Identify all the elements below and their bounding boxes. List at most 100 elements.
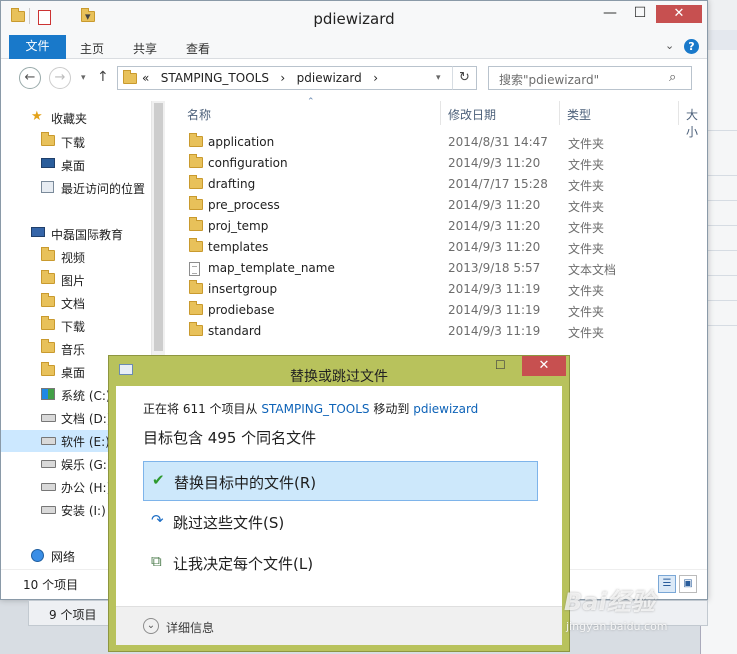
nav-downloads[interactable]: 下载: [1, 131, 166, 153]
item-count: 10 个项目: [23, 578, 79, 592]
tab-view[interactable]: 查看: [186, 40, 210, 57]
address-bar[interactable]: « STAMPING_TOOLS › pdiewizard › ▾: [117, 66, 477, 90]
source-folder-link[interactable]: STAMPING_TOOLS: [261, 402, 369, 416]
nav-computer[interactable]: 中磊国际教育: [1, 223, 166, 245]
video-folder-icon: [41, 247, 55, 261]
file-row[interactable]: drafting 2014/7/17 15:28 文件夹: [186, 174, 706, 195]
folder-icon: [189, 154, 203, 168]
minimize-button[interactable]: —: [597, 5, 623, 23]
file-row[interactable]: application 2014/8/31 14:47 文件夹: [186, 132, 706, 153]
folder-icon: [123, 70, 137, 84]
up-button[interactable]: ↑: [97, 69, 109, 85]
navigation-bar: ← → ▾ ↑ « STAMPING_TOOLS › pdiewizard › …: [1, 59, 707, 99]
dialog-body: 正在将 611 个项目从 STAMPING_TOOLS 移动到 pdiewiza…: [116, 386, 562, 645]
expand-details-button[interactable]: ⌄: [143, 618, 159, 634]
nav-videos[interactable]: 视频: [1, 246, 166, 268]
folder-icon: [189, 217, 203, 231]
file-row[interactable]: pre_process 2014/9/3 11:20 文件夹: [186, 195, 706, 216]
forward-button[interactable]: →: [49, 67, 71, 89]
picture-folder-icon: [41, 270, 55, 284]
folder-icon: [189, 238, 203, 252]
nav-recent-places[interactable]: 最近访问的位置: [1, 177, 166, 199]
file-row[interactable]: insertgroup 2014/9/3 11:19 文件夹: [186, 279, 706, 300]
computer-icon: [31, 227, 45, 237]
maximize-button[interactable]: ☐: [627, 5, 653, 23]
expand-ribbon-icon[interactable]: ⌄: [665, 39, 674, 52]
nav-documents[interactable]: 文档: [1, 292, 166, 314]
breadcrumb-pdiewizard[interactable]: pdiewizard: [297, 71, 362, 85]
back-button[interactable]: ←: [19, 67, 41, 89]
column-header-type[interactable]: 类型: [567, 106, 591, 123]
skip-arrow-icon: ↷: [151, 511, 164, 529]
conflict-heading: 目标包含 495 个同名文件: [143, 429, 317, 447]
folder-icon: [189, 133, 203, 147]
breadcrumb-stamping-tools[interactable]: STAMPING_TOOLS: [161, 71, 269, 85]
music-folder-icon: [41, 339, 55, 353]
address-dropdown-icon[interactable]: ▾: [436, 73, 441, 83]
details-label[interactable]: 详细信息: [166, 619, 214, 636]
replace-skip-dialog: 替换或跳过文件 ☐ ✕ 正在将 611 个项目从 STAMPING_TOOLS …: [108, 355, 570, 652]
drive-icon: [41, 437, 56, 445]
network-icon: [31, 549, 44, 562]
destination-folder-link[interactable]: pdiewizard: [413, 402, 478, 416]
recent-places-icon: [41, 181, 54, 193]
folder-icon: [189, 175, 203, 189]
search-icon[interactable]: ⌕: [669, 70, 676, 85]
file-row[interactable]: map_template_name 2013/9/18 5:57 文本文档: [186, 258, 706, 279]
nav-favorites[interactable]: ★ 收藏夹: [1, 107, 166, 129]
file-row[interactable]: templates 2014/9/3 11:20 文件夹: [186, 237, 706, 258]
star-icon: ★: [31, 109, 43, 124]
move-description: 正在将 611 个项目从 STAMPING_TOOLS 移动到 pdiewiza…: [143, 402, 479, 416]
baidu-watermark-logo: Bai经验: [564, 588, 655, 616]
file-row[interactable]: prodiebase 2014/9/3 11:19 文件夹: [186, 300, 706, 321]
compare-files-icon: ⧉: [151, 552, 162, 570]
drive-icon: [41, 506, 56, 514]
search-box[interactable]: 搜索"pdiewizard" ⌕: [488, 66, 692, 90]
download-folder-icon: [41, 132, 55, 146]
large-icons-view-button[interactable]: ▣: [679, 575, 697, 593]
scrollbar-thumb[interactable]: [154, 103, 163, 351]
drive-icon: [41, 460, 56, 468]
breadcrumb-separator[interactable]: ›: [280, 71, 285, 85]
folder-icon: [189, 301, 203, 315]
sort-ascending-icon: ⌃: [307, 97, 315, 107]
replace-files-option[interactable]: ✔ 替换目标中的文件(R): [143, 461, 538, 501]
desktop-icon: [41, 158, 55, 168]
drive-icon: [41, 414, 56, 422]
breadcrumb-overflow[interactable]: «: [142, 71, 149, 85]
skip-files-option[interactable]: ↷ 跳过这些文件(S): [143, 502, 538, 542]
recent-locations-icon[interactable]: ▾: [81, 73, 86, 83]
nav-pictures[interactable]: 图片: [1, 269, 166, 291]
desktop-folder-icon: [41, 362, 55, 376]
tab-file[interactable]: 文件: [9, 35, 66, 59]
nav-downloads-2[interactable]: 下载: [1, 315, 166, 337]
close-button[interactable]: ✕: [656, 5, 702, 23]
file-row[interactable]: standard 2014/9/3 11:19 文件夹: [186, 321, 706, 342]
column-header-date[interactable]: 修改日期: [448, 106, 496, 123]
decide-each-option[interactable]: ⧉ 让我决定每个文件(L): [143, 543, 538, 583]
dialog-maximize-button[interactable]: ☐: [495, 358, 506, 372]
title-bar: ▾ pdiewizard — ☐ ✕: [1, 1, 707, 35]
watermark-url: jingyan.baidu.com: [566, 620, 668, 633]
dialog-close-button[interactable]: ✕: [522, 356, 566, 376]
folder-icon: [189, 322, 203, 336]
column-header-name[interactable]: 名称: [187, 106, 211, 123]
folder-icon: [189, 280, 203, 294]
checkmark-icon: ✔: [152, 471, 165, 489]
background-item-count: 9 个项目: [49, 608, 97, 622]
nav-desktop[interactable]: 桌面: [1, 154, 166, 176]
tab-share[interactable]: 共享: [133, 40, 157, 57]
refresh-button[interactable]: ↻: [452, 66, 477, 90]
breadcrumb-separator[interactable]: ›: [373, 71, 378, 85]
help-button[interactable]: ?: [684, 39, 699, 54]
windows-drive-icon: [41, 388, 55, 400]
tab-home[interactable]: 主页: [80, 40, 104, 57]
drive-icon: [41, 483, 56, 491]
details-view-button[interactable]: ☰: [658, 575, 676, 593]
download-folder-icon: [41, 316, 55, 330]
text-document-icon: [189, 262, 200, 276]
search-input[interactable]: 搜索"pdiewizard": [499, 71, 599, 88]
file-row[interactable]: proj_temp 2014/9/3 11:20 文件夹: [186, 216, 706, 237]
ribbon-tabs: 文件 主页 共享 查看 ⌄ ?: [1, 35, 707, 59]
file-row[interactable]: configuration 2014/9/3 11:20 文件夹: [186, 153, 706, 174]
